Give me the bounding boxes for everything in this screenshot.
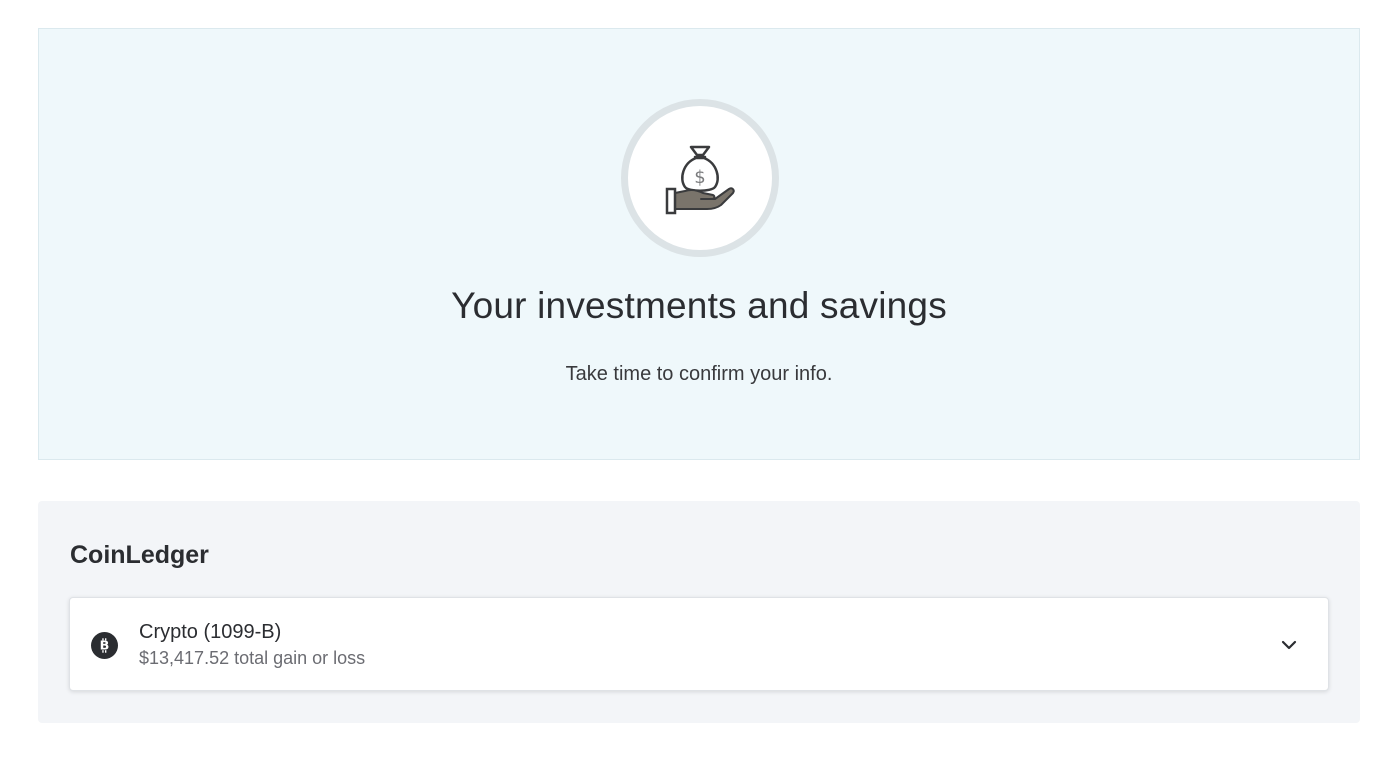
section-title: CoinLedger <box>70 541 209 569</box>
svg-text:$: $ <box>694 167 705 188</box>
svg-text:B: B <box>100 639 110 654</box>
bitcoin-icon: B <box>91 632 118 659</box>
page-title: Your investments and savings <box>451 285 947 326</box>
account-section: CoinLedger B Crypto (1099-B) $13,417.52 … <box>38 501 1360 723</box>
crypto-1099b-item[interactable]: B Crypto (1099-B) $13,417.52 total gain … <box>69 597 1329 691</box>
money-bag-hand-icon: $ <box>621 99 779 257</box>
hero-banner: $ Your investments and savings Take time… <box>38 28 1360 460</box>
chevron-down-icon[interactable] <box>1278 634 1300 656</box>
page-subtitle: Take time to confirm your info. <box>565 363 833 385</box>
item-title: Crypto (1099-B) <box>139 621 282 643</box>
item-gain-loss: $13,417.52 total gain or loss <box>139 648 366 668</box>
